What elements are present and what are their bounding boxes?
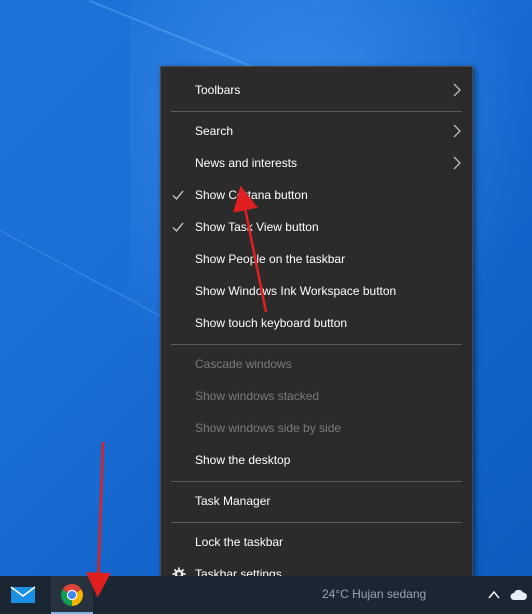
menu-separator: [171, 111, 462, 112]
menu-item-label: Search: [195, 124, 234, 138]
menu-item-show-windows-side-by-side[interactable]: Show windows side by side: [161, 412, 472, 444]
menu-item-label: Show Task View button: [195, 220, 319, 234]
menu-item-show-people[interactable]: Show People on the taskbar: [161, 243, 472, 275]
taskbar[interactable]: 24°C Hujan sedang: [0, 576, 532, 614]
menu-item-show-cortana-button[interactable]: Show Cortana button: [161, 179, 472, 211]
taskbar-mail-button[interactable]: [2, 576, 44, 614]
menu-item-show-windows-stacked[interactable]: Show windows stacked: [161, 380, 472, 412]
menu-item-label: News and interests: [195, 156, 298, 170]
mail-icon: [10, 586, 36, 603]
menu-item-cascade-windows[interactable]: Cascade windows: [161, 348, 472, 380]
chevron-right-icon: [453, 124, 461, 138]
menu-item-task-manager[interactable]: Task Manager: [161, 485, 472, 517]
menu-item-label: Show windows side by side: [195, 421, 342, 435]
menu-item-search[interactable]: Search: [161, 115, 472, 147]
menu-item-label: Show windows stacked: [195, 389, 320, 403]
menu-item-label: Show the desktop: [195, 453, 291, 467]
menu-item-label: Task Manager: [195, 494, 271, 508]
menu-item-show-windows-ink[interactable]: Show Windows Ink Workspace button: [161, 275, 472, 307]
checkmark-icon: [172, 190, 184, 200]
menu-item-label: Toolbars: [195, 83, 241, 97]
menu-item-label: Cascade windows: [195, 357, 292, 371]
menu-item-label: Show touch keyboard button: [195, 316, 348, 330]
onedrive-cloud-icon[interactable]: [510, 588, 528, 602]
menu-item-toolbars[interactable]: Toolbars: [161, 74, 472, 106]
menu-item-label: Lock the taskbar: [195, 535, 284, 549]
menu-item-label: Show People on the taskbar: [195, 252, 346, 266]
menu-item-show-the-desktop[interactable]: Show the desktop: [161, 444, 472, 476]
taskbar-chrome-button[interactable]: [51, 576, 93, 614]
menu-item-show-task-view-button[interactable]: Show Task View button: [161, 211, 472, 243]
show-hidden-icons-chevron[interactable]: [487, 589, 501, 601]
chevron-right-icon: [453, 156, 461, 170]
weather-widget[interactable]: 24°C Hujan sedang: [322, 587, 426, 601]
menu-item-show-touch-keyboard[interactable]: Show touch keyboard button: [161, 307, 472, 339]
menu-separator: [171, 344, 462, 345]
menu-separator: [171, 522, 462, 523]
taskbar-context-menu: Toolbars Search News and interests Show …: [160, 66, 473, 596]
menu-item-news-and-interests[interactable]: News and interests: [161, 147, 472, 179]
chrome-icon: [61, 584, 83, 606]
menu-item-lock-the-taskbar[interactable]: Lock the taskbar: [161, 526, 472, 558]
chevron-right-icon: [453, 83, 461, 97]
checkmark-icon: [172, 222, 184, 232]
menu-item-label: Show Windows Ink Workspace button: [195, 284, 397, 298]
menu-item-label: Show Cortana button: [195, 188, 308, 202]
menu-separator: [171, 481, 462, 482]
